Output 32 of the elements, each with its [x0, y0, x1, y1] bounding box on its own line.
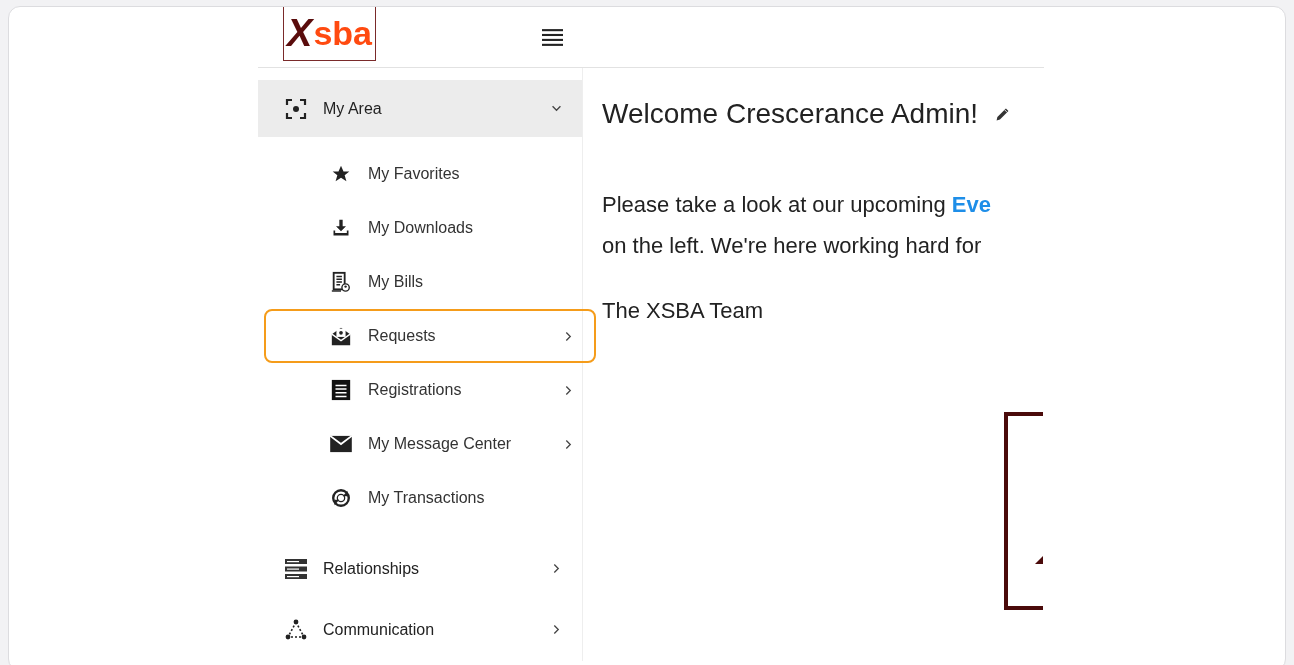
welcome-text: on the left. We're here working hard for [602, 232, 983, 260]
bill-icon [330, 271, 352, 293]
envelope-icon [329, 325, 353, 347]
signature-text: The XSBA Team [602, 298, 764, 324]
download-icon [331, 218, 351, 238]
sidebar-subitem[interactable]: My Transactions [264, 471, 596, 525]
document-icon [330, 379, 352, 401]
chevron-right-icon [553, 563, 560, 574]
star-icon [331, 164, 351, 184]
sidebar-item[interactable]: Relationships [258, 539, 582, 598]
sidebar-subitem[interactable]: Registrations [264, 363, 596, 417]
network-icon [284, 617, 308, 642]
welcome-heading: Welcome Crescerance Admin! [602, 98, 979, 130]
sidebar-subitem[interactable]: My Message Center [264, 417, 596, 471]
sidebar-subitem[interactable]: My Bills [264, 255, 596, 309]
chevron-right-icon [565, 384, 572, 396]
transaction-icon [330, 487, 352, 509]
logo[interactable]: Xsba [283, 7, 376, 61]
chevron-right-icon [565, 330, 572, 342]
sidebar-subitem[interactable]: My Favorites [264, 147, 596, 201]
sidebar-subitem[interactable]: My Downloads [264, 201, 596, 255]
welcome-text: Please take a look at our upcoming Eve [602, 191, 992, 219]
chevron-right-icon [565, 438, 572, 450]
chevron-right-icon [553, 624, 560, 635]
focus-icon [284, 96, 308, 121]
menu-icon[interactable] [542, 28, 563, 46]
mail-icon [329, 435, 353, 453]
sidebar-subitem[interactable]: Requests [264, 309, 596, 363]
chevron-down-icon [551, 105, 562, 112]
sidebar-item[interactable]: My Area [258, 80, 582, 137]
sidebar-item[interactable]: Communication [258, 600, 582, 659]
server-icon [284, 557, 308, 580]
